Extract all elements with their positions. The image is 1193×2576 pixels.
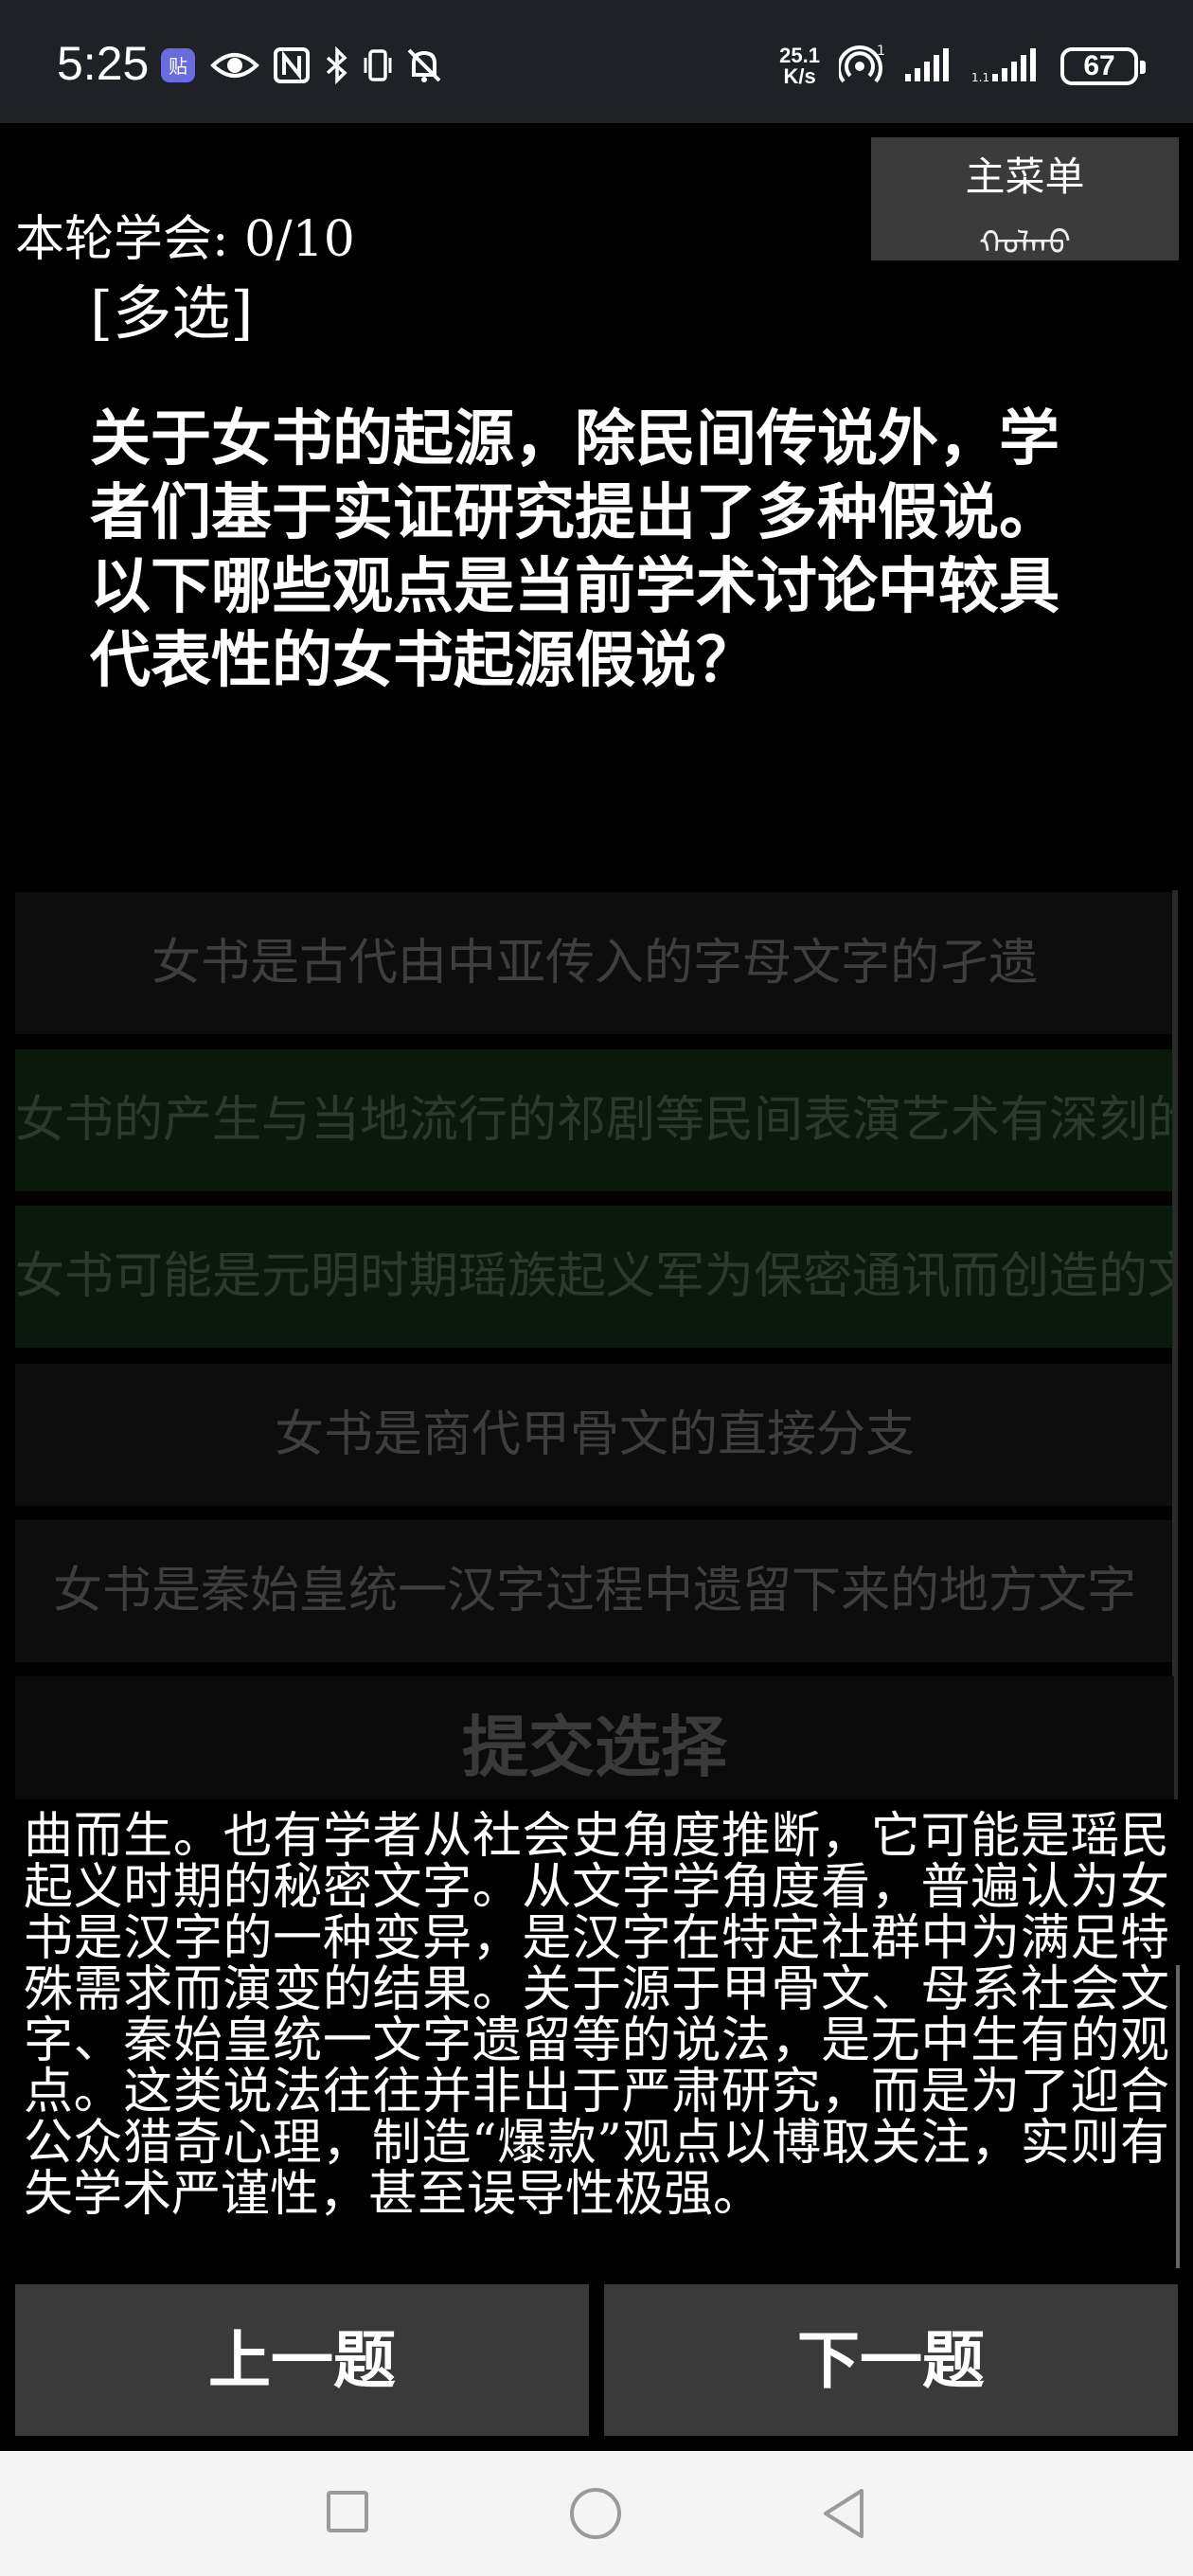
signal-icon xyxy=(903,45,953,87)
recent-apps-icon[interactable] xyxy=(327,2491,368,2532)
main-menu-mongolian-label: ᠬᠣᠯᠬᠣ xyxy=(979,224,1071,262)
options-scrollbar[interactable] xyxy=(1172,890,1178,1799)
svg-text:贴: 贴 xyxy=(169,55,187,78)
svg-text:1.1: 1.1 xyxy=(971,71,989,83)
question-text: 关于女书的起源，除民间传说外，学者们基于实证研究提出了多种假说。以下哪些观点是当… xyxy=(90,403,1059,696)
explanation-text: 该观点是一般说，认为女书是为祁剧和戏剧等地方戏曲而生。也有学者从社会史角度推断，… xyxy=(24,1809,1169,2223)
nfc-icon xyxy=(273,46,311,84)
option-1[interactable]: 女书是古代由中亚传入的字母文字的孑遗 xyxy=(15,892,1174,1034)
status-bar: 5:25 贴 25.1 K/s 1 1.1 67 xyxy=(0,0,1193,123)
speed-value: 25.1 xyxy=(779,44,820,67)
option-2[interactable]: 女书的产生与当地流行的祁剧等民间表演艺术有深刻的互文关系 xyxy=(15,1049,1174,1191)
prev-question-button[interactable]: 上一题 xyxy=(15,2284,589,2436)
app-badge-icon: 贴 xyxy=(159,46,197,84)
status-time: 5:25 xyxy=(57,37,150,90)
explanation-scrollbar[interactable] xyxy=(1176,1965,1180,2268)
explanation-panel[interactable]: 该观点是一般说，认为女书是为祁剧和戏剧等地方戏曲而生。也有学者从社会史角度推断，… xyxy=(24,1809,1174,2263)
submit-button[interactable]: 提交选择 xyxy=(15,1676,1174,1799)
round-progress: 本轮学会: 0/10 xyxy=(15,211,355,268)
main-menu-label: 主菜单 xyxy=(965,153,1085,200)
question-type: [多选] xyxy=(90,278,254,348)
mute-icon xyxy=(405,46,443,84)
main-menu-button[interactable]: 主菜单 ᠬᠣᠯᠬᠣ xyxy=(871,137,1179,262)
system-nav-bar xyxy=(0,2451,1193,2576)
vibrate-icon xyxy=(364,46,392,84)
option-4[interactable]: 女书是商代甲骨文的直接分支 xyxy=(15,1364,1174,1506)
bluetooth-icon xyxy=(324,45,350,85)
next-question-button[interactable]: 下一题 xyxy=(604,2284,1178,2436)
speed-unit: K/s xyxy=(783,64,816,88)
network-speed: 25.1 K/s xyxy=(779,45,820,87)
status-left-icons: 贴 xyxy=(159,42,443,89)
hotspot-icon: 1 xyxy=(837,44,885,89)
status-right-icons: 25.1 K/s 1 1.1 67 xyxy=(779,38,1146,95)
option-3[interactable]: 女书可能是元明时期瑶族起义军为保密通讯而创造的文字 xyxy=(15,1206,1174,1348)
signal-icon-2: 1.1 xyxy=(971,45,1042,87)
eye-icon xyxy=(210,46,259,84)
battery-icon: 67 xyxy=(1060,47,1146,85)
option-5[interactable]: 女书是秦始皇统一汉字过程中遗留下来的地方文字 xyxy=(15,1520,1174,1662)
home-icon[interactable] xyxy=(570,2488,621,2539)
svg-text:1: 1 xyxy=(877,44,884,59)
back-icon[interactable] xyxy=(820,2487,867,2544)
